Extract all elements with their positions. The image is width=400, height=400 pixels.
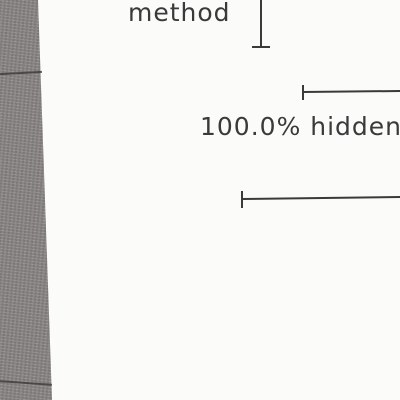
horizontal-bracket [302, 90, 400, 93]
document-photo: method 100.0% hidden [0, 0, 400, 400]
lower-horizontal-bracket [241, 196, 400, 200]
bracket-marks [241, 0, 400, 208]
